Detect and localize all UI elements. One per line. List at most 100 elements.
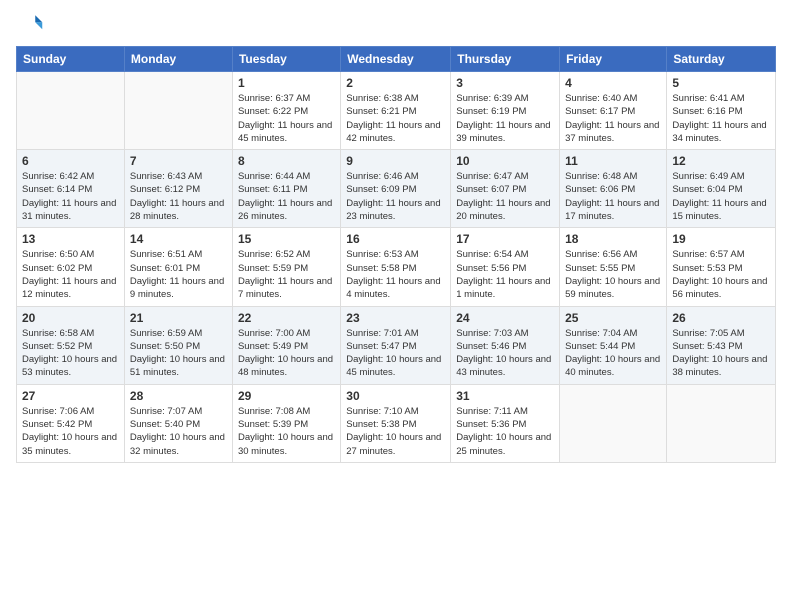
logo-icon (16, 10, 44, 38)
day-number: 4 (565, 76, 661, 90)
daylight-text: Daylight: 11 hours and 20 minutes. (456, 198, 550, 222)
sunrise-text: Sunrise: 6:43 AM (130, 171, 202, 182)
cell-info: Sunrise: 7:11 AM Sunset: 5:36 PM Dayligh… (456, 405, 554, 458)
cell-info: Sunrise: 6:59 AM Sunset: 5:50 PM Dayligh… (130, 327, 227, 380)
cell-info: Sunrise: 6:47 AM Sunset: 6:07 PM Dayligh… (456, 170, 554, 223)
calendar-cell: 6 Sunrise: 6:42 AM Sunset: 6:14 PM Dayli… (17, 150, 125, 228)
calendar-cell: 31 Sunrise: 7:11 AM Sunset: 5:36 PM Dayl… (451, 384, 560, 462)
calendar-cell: 4 Sunrise: 6:40 AM Sunset: 6:17 PM Dayli… (560, 72, 667, 150)
calendar-cell: 13 Sunrise: 6:50 AM Sunset: 6:02 PM Dayl… (17, 228, 125, 306)
calendar-cell: 10 Sunrise: 6:47 AM Sunset: 6:07 PM Dayl… (451, 150, 560, 228)
calendar-week-row: 27 Sunrise: 7:06 AM Sunset: 5:42 PM Dayl… (17, 384, 776, 462)
sunset-text: Sunset: 5:42 PM (22, 419, 92, 430)
day-number: 27 (22, 389, 119, 403)
calendar-cell: 7 Sunrise: 6:43 AM Sunset: 6:12 PM Dayli… (124, 150, 232, 228)
daylight-text: Daylight: 10 hours and 45 minutes. (346, 354, 441, 378)
day-number: 9 (346, 154, 445, 168)
sunset-text: Sunset: 6:21 PM (346, 106, 416, 117)
daylight-text: Daylight: 11 hours and 37 minutes. (565, 120, 659, 144)
sunset-text: Sunset: 5:39 PM (238, 419, 308, 430)
day-number: 21 (130, 311, 227, 325)
sunrise-text: Sunrise: 6:42 AM (22, 171, 94, 182)
calendar-cell: 1 Sunrise: 6:37 AM Sunset: 6:22 PM Dayli… (232, 72, 340, 150)
main-container: SundayMondayTuesdayWednesdayThursdayFrid… (0, 0, 792, 473)
cell-info: Sunrise: 7:01 AM Sunset: 5:47 PM Dayligh… (346, 327, 445, 380)
day-number: 5 (672, 76, 770, 90)
calendar-cell: 5 Sunrise: 6:41 AM Sunset: 6:16 PM Dayli… (667, 72, 776, 150)
day-number: 7 (130, 154, 227, 168)
daylight-text: Daylight: 11 hours and 15 minutes. (672, 198, 766, 222)
calendar-cell: 14 Sunrise: 6:51 AM Sunset: 6:01 PM Dayl… (124, 228, 232, 306)
sunset-text: Sunset: 5:40 PM (130, 419, 200, 430)
calendar-week-row: 20 Sunrise: 6:58 AM Sunset: 5:52 PM Dayl… (17, 306, 776, 384)
sunset-text: Sunset: 6:07 PM (456, 184, 526, 195)
calendar-cell: 2 Sunrise: 6:38 AM Sunset: 6:21 PM Dayli… (341, 72, 451, 150)
calendar-cell: 8 Sunrise: 6:44 AM Sunset: 6:11 PM Dayli… (232, 150, 340, 228)
sunset-text: Sunset: 5:55 PM (565, 263, 635, 274)
sunset-text: Sunset: 5:50 PM (130, 341, 200, 352)
daylight-text: Daylight: 11 hours and 31 minutes. (22, 198, 116, 222)
cell-info: Sunrise: 7:07 AM Sunset: 5:40 PM Dayligh… (130, 405, 227, 458)
sunset-text: Sunset: 5:59 PM (238, 263, 308, 274)
daylight-text: Daylight: 11 hours and 9 minutes. (130, 276, 224, 300)
daylight-text: Daylight: 11 hours and 4 minutes. (346, 276, 440, 300)
weekday-header-saturday: Saturday (667, 47, 776, 72)
day-number: 30 (346, 389, 445, 403)
cell-info: Sunrise: 6:42 AM Sunset: 6:14 PM Dayligh… (22, 170, 119, 223)
sunset-text: Sunset: 5:46 PM (456, 341, 526, 352)
cell-info: Sunrise: 7:05 AM Sunset: 5:43 PM Dayligh… (672, 327, 770, 380)
calendar-week-row: 13 Sunrise: 6:50 AM Sunset: 6:02 PM Dayl… (17, 228, 776, 306)
daylight-text: Daylight: 10 hours and 32 minutes. (130, 432, 225, 456)
day-number: 20 (22, 311, 119, 325)
day-number: 28 (130, 389, 227, 403)
sunrise-text: Sunrise: 6:49 AM (672, 171, 744, 182)
sunrise-text: Sunrise: 7:11 AM (456, 406, 528, 417)
day-number: 2 (346, 76, 445, 90)
weekday-header-monday: Monday (124, 47, 232, 72)
day-number: 3 (456, 76, 554, 90)
daylight-text: Daylight: 11 hours and 39 minutes. (456, 120, 550, 144)
sunset-text: Sunset: 5:47 PM (346, 341, 416, 352)
calendar-cell: 26 Sunrise: 7:05 AM Sunset: 5:43 PM Dayl… (667, 306, 776, 384)
calendar-cell: 18 Sunrise: 6:56 AM Sunset: 5:55 PM Dayl… (560, 228, 667, 306)
cell-info: Sunrise: 7:06 AM Sunset: 5:42 PM Dayligh… (22, 405, 119, 458)
weekday-header-thursday: Thursday (451, 47, 560, 72)
weekday-header-tuesday: Tuesday (232, 47, 340, 72)
sunset-text: Sunset: 6:11 PM (238, 184, 308, 195)
cell-info: Sunrise: 6:58 AM Sunset: 5:52 PM Dayligh… (22, 327, 119, 380)
cell-info: Sunrise: 6:49 AM Sunset: 6:04 PM Dayligh… (672, 170, 770, 223)
weekday-header-wednesday: Wednesday (341, 47, 451, 72)
sunrise-text: Sunrise: 7:10 AM (346, 406, 418, 417)
sunset-text: Sunset: 6:17 PM (565, 106, 635, 117)
calendar-cell: 19 Sunrise: 6:57 AM Sunset: 5:53 PM Dayl… (667, 228, 776, 306)
cell-info: Sunrise: 7:10 AM Sunset: 5:38 PM Dayligh… (346, 405, 445, 458)
day-number: 17 (456, 232, 554, 246)
sunrise-text: Sunrise: 7:08 AM (238, 406, 310, 417)
sunset-text: Sunset: 5:56 PM (456, 263, 526, 274)
cell-info: Sunrise: 6:39 AM Sunset: 6:19 PM Dayligh… (456, 92, 554, 145)
sunset-text: Sunset: 6:06 PM (565, 184, 635, 195)
daylight-text: Daylight: 10 hours and 43 minutes. (456, 354, 551, 378)
cell-info: Sunrise: 6:51 AM Sunset: 6:01 PM Dayligh… (130, 248, 227, 301)
daylight-text: Daylight: 10 hours and 35 minutes. (22, 432, 117, 456)
sunrise-text: Sunrise: 7:01 AM (346, 328, 418, 339)
cell-info: Sunrise: 6:52 AM Sunset: 5:59 PM Dayligh… (238, 248, 335, 301)
cell-info: Sunrise: 6:50 AM Sunset: 6:02 PM Dayligh… (22, 248, 119, 301)
calendar-cell (124, 72, 232, 150)
calendar-cell (667, 384, 776, 462)
weekday-header-friday: Friday (560, 47, 667, 72)
day-number: 13 (22, 232, 119, 246)
sunrise-text: Sunrise: 6:48 AM (565, 171, 637, 182)
sunrise-text: Sunrise: 6:53 AM (346, 249, 418, 260)
day-number: 6 (22, 154, 119, 168)
day-number: 11 (565, 154, 661, 168)
sunrise-text: Sunrise: 6:52 AM (238, 249, 310, 260)
sunrise-text: Sunrise: 6:57 AM (672, 249, 744, 260)
calendar-cell: 25 Sunrise: 7:04 AM Sunset: 5:44 PM Dayl… (560, 306, 667, 384)
calendar-cell: 12 Sunrise: 6:49 AM Sunset: 6:04 PM Dayl… (667, 150, 776, 228)
daylight-text: Daylight: 11 hours and 45 minutes. (238, 120, 332, 144)
calendar-cell: 21 Sunrise: 6:59 AM Sunset: 5:50 PM Dayl… (124, 306, 232, 384)
sunset-text: Sunset: 5:58 PM (346, 263, 416, 274)
daylight-text: Daylight: 11 hours and 17 minutes. (565, 198, 659, 222)
day-number: 23 (346, 311, 445, 325)
